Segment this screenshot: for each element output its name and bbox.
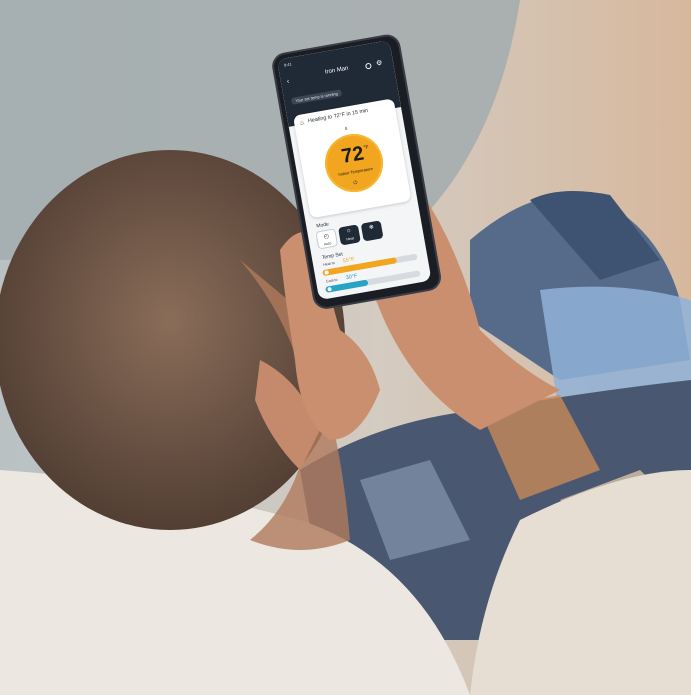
snowflake-icon: ❄ — [368, 224, 375, 232]
mode-auto-button[interactable]: ◴ Auto — [315, 228, 339, 250]
power-icon[interactable] — [364, 62, 372, 70]
gear-icon[interactable]: ⚙ — [376, 60, 383, 68]
mode-title: Mode — [315, 221, 330, 230]
mode-auto-label: Auto — [323, 241, 332, 247]
mode-heat-label: Heat — [346, 236, 355, 242]
cool-to-label: Cool to — [325, 277, 338, 284]
mode-heat-button[interactable]: ☼ Heat — [338, 224, 361, 246]
heat-to-label: Heat to — [322, 260, 336, 267]
flame-icon: ♨ — [298, 120, 306, 127]
temperature-card: ♨ Heating to 72°F in 15 min 8 72 °F Indo… — [292, 98, 412, 219]
dial-marker: 8 — [344, 125, 348, 132]
cool-to-value: 30°F — [345, 273, 358, 282]
status-banner: Your set temp is running — [290, 89, 343, 105]
temperature-dial[interactable]: 72 °F Indoor Temperature ⏻ — [320, 129, 388, 197]
status-time: 9:41 — [283, 61, 293, 68]
photo: 9:41 ‹ Iron Man ⚙ Your set temp is runni… — [0, 0, 691, 695]
temperature-unit: °F — [363, 144, 370, 152]
heat-to-value: 55°F — [342, 256, 355, 265]
mode-cool-button[interactable]: ❄ — [360, 220, 384, 242]
sun-icon: ☼ — [345, 227, 352, 235]
power-small-icon: ⏻ — [353, 179, 359, 187]
